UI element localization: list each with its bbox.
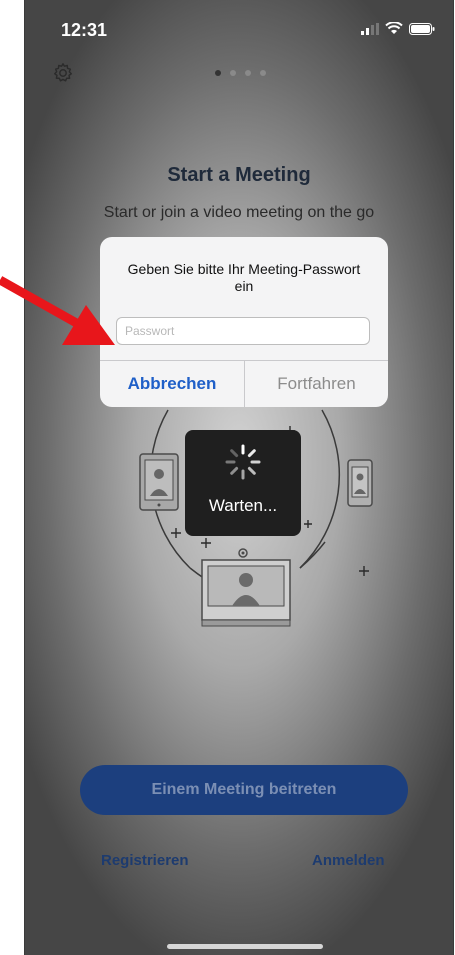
password-dialog: Geben Sie bitte Ihr Meeting-Passwort ein…	[100, 237, 388, 407]
login-link[interactable]: Anmelden	[312, 852, 385, 869]
continue-button[interactable]: Fortfahren	[245, 361, 388, 407]
spinner-icon	[225, 444, 261, 480]
status-icons	[361, 22, 435, 35]
page-title: Start a Meeting	[167, 164, 311, 186]
status-bar: 12:31	[25, 0, 453, 52]
home-indicator[interactable]	[167, 944, 323, 949]
signal-icon	[361, 22, 379, 35]
page-dot-active	[215, 70, 221, 76]
password-input[interactable]	[116, 317, 370, 345]
cancel-button[interactable]: Abbrechen	[100, 361, 244, 407]
tablet-icon	[139, 453, 179, 511]
page-dot	[230, 70, 236, 76]
loading-overlay: Warten...	[185, 430, 301, 536]
wifi-icon	[385, 22, 403, 34]
gear-icon[interactable]	[52, 62, 74, 84]
page-indicator	[215, 70, 266, 76]
loading-text: Warten...	[208, 496, 278, 515]
page-dot	[260, 70, 266, 76]
phone-icon	[347, 459, 373, 507]
battery-icon	[409, 22, 435, 35]
status-time: 12:31	[61, 20, 108, 40]
orbit-arc-right	[299, 409, 341, 569]
register-link[interactable]: Registrieren	[101, 852, 189, 869]
page-dot	[245, 70, 251, 76]
monitor-icon	[201, 548, 291, 627]
page-subtitle: Start or join a video meeting on the go	[103, 204, 375, 221]
dialog-message: Geben Sie bitte Ihr Meeting-Passwort ein	[127, 261, 361, 294]
join-meeting-button[interactable]: Einem Meeting beitreten	[80, 765, 408, 815]
phone-screen: 12:31 Start a Meeting Start or join a vi…	[24, 0, 454, 955]
